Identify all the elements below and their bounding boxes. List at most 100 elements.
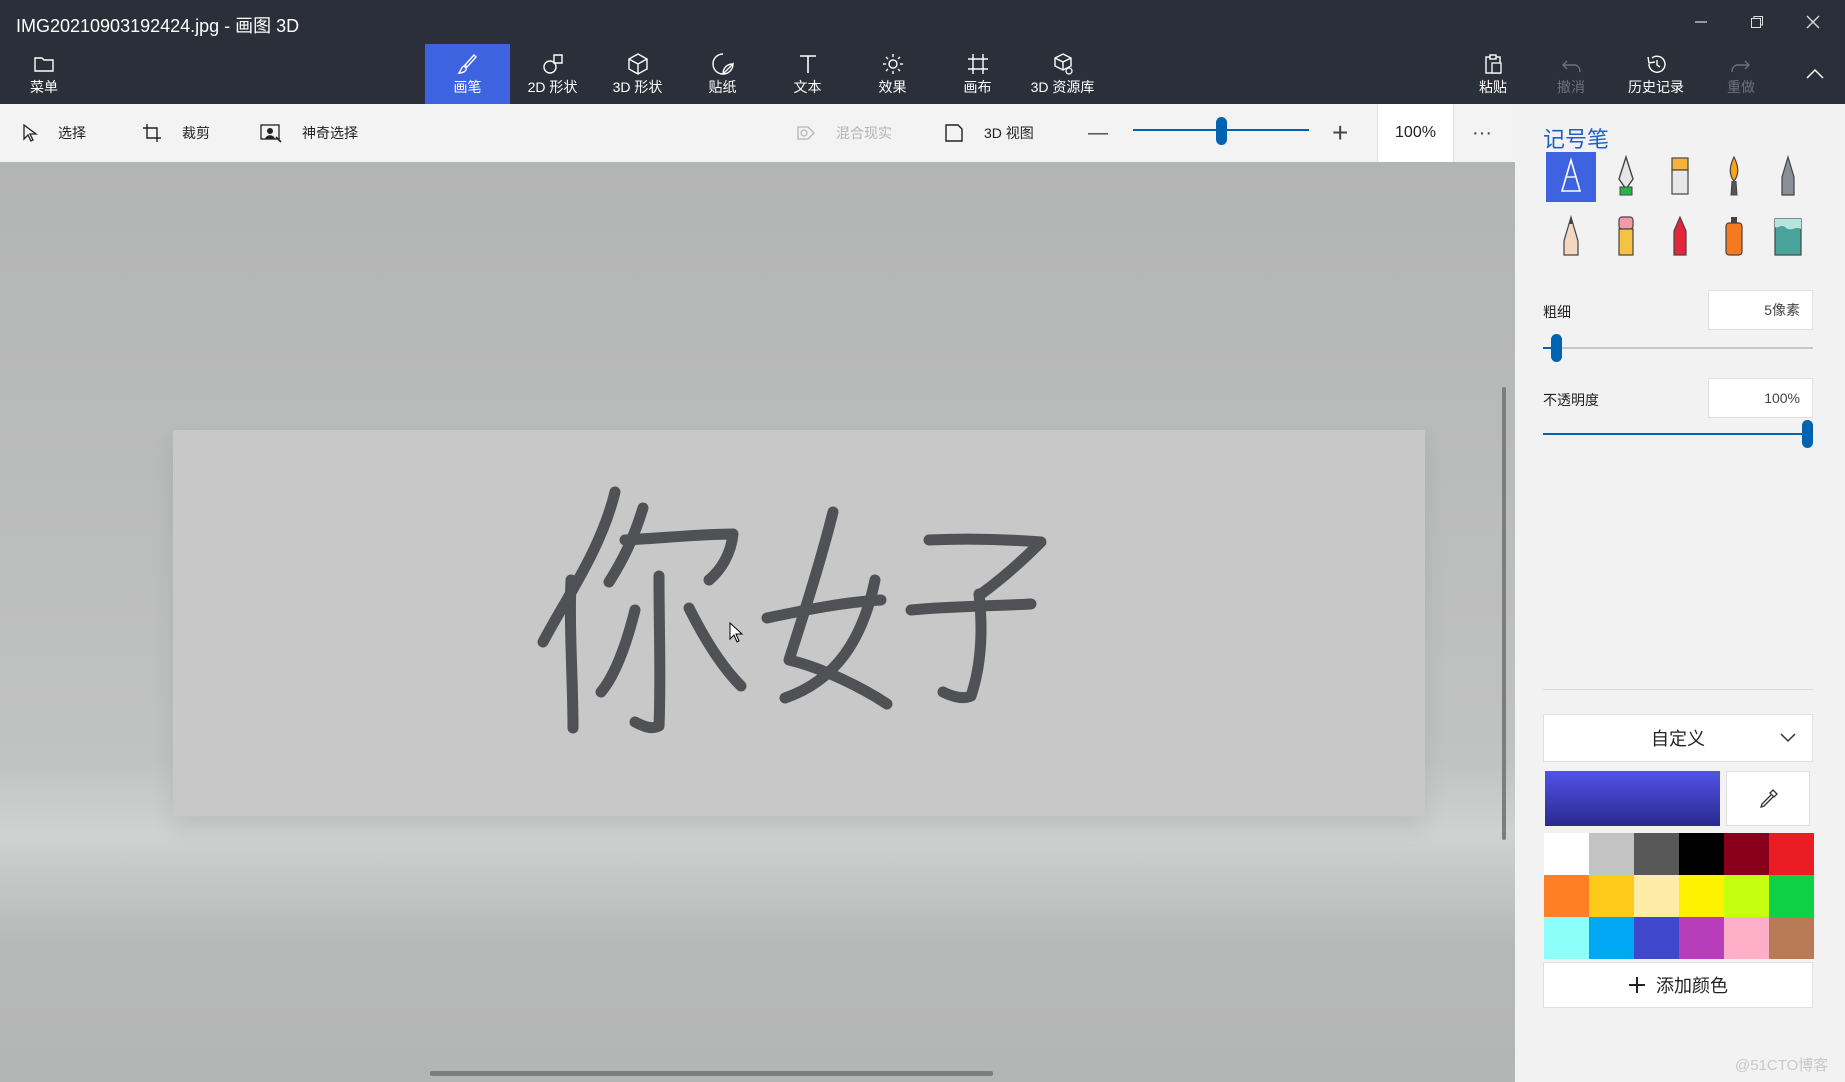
thickness-slider-thumb[interactable] (1551, 334, 1562, 362)
spray-can-icon (1725, 217, 1743, 256)
color-swatch[interactable] (1544, 833, 1589, 875)
pixel-pen-brush[interactable] (1763, 152, 1813, 202)
color-mode-dropdown[interactable]: 自定义 (1543, 714, 1813, 762)
restore-button[interactable] (1729, 6, 1785, 38)
minimize-icon (1695, 21, 1707, 23)
calligraphy-pen-brush[interactable] (1601, 152, 1651, 202)
zoom-level[interactable]: 100% (1377, 104, 1454, 162)
color-swatch[interactable] (1679, 917, 1724, 959)
color-swatch[interactable] (1724, 875, 1769, 917)
current-color-swatch[interactable] (1545, 771, 1720, 826)
tab-3d-shapes[interactable]: 3D 形状 (595, 44, 680, 104)
color-swatch[interactable] (1589, 833, 1634, 875)
select-button[interactable]: 选择 (22, 104, 86, 162)
tab-canvas-label: 画布 (963, 79, 992, 95)
chevron-up-icon (1806, 68, 1824, 79)
watermark: @51CTO博客 (1735, 1057, 1829, 1074)
thickness-slider-track[interactable] (1543, 347, 1813, 349)
zoom-out-button[interactable]: — (1088, 104, 1108, 162)
zoom-in-button[interactable]: + (1332, 104, 1348, 162)
collapse-ribbon-button[interactable] (1790, 44, 1840, 104)
color-swatch[interactable] (1634, 875, 1679, 917)
more-options-button[interactable]: ··· (1472, 104, 1492, 162)
magic-select-button[interactable]: 神奇选择 (260, 104, 358, 162)
tab-canvas[interactable]: 画布 (935, 44, 1020, 104)
color-swatch[interactable] (1679, 833, 1724, 875)
history-button[interactable]: 历史记录 (1616, 44, 1696, 104)
eyedropper-button[interactable] (1726, 771, 1810, 826)
tab-effects[interactable]: 效果 (850, 44, 935, 104)
brush-panel: 记号笔 粗细 5像素 不透明度 100% 自定义 添加颜色 (1515, 104, 1845, 1082)
paste-button[interactable]: 粘贴 (1460, 44, 1526, 104)
horizontal-scrollbar[interactable] (430, 1071, 993, 1076)
cube-icon (627, 53, 648, 75)
sticker-icon (711, 53, 734, 75)
undo-icon (1562, 60, 1581, 73)
library-icon (1053, 53, 1073, 75)
handwriting-image: 你好 (537, 486, 1047, 734)
eraser-brush[interactable] (1601, 212, 1651, 262)
add-color-button[interactable]: 添加颜色 (1543, 962, 1813, 1008)
tab-3d-library[interactable]: 3D 资源库 (1020, 44, 1105, 104)
color-swatch[interactable] (1589, 875, 1634, 917)
tab-brushes[interactable]: 画笔 (425, 44, 510, 104)
color-swatch[interactable] (1769, 917, 1814, 959)
mixed-reality-icon (797, 126, 815, 140)
undo-button[interactable]: 撤消 (1538, 44, 1604, 104)
restore-icon (1751, 16, 1763, 28)
mixed-reality-label: 混合现实 (836, 125, 892, 141)
undo-label: 撤消 (1557, 79, 1585, 95)
3d-view-button[interactable]: 3D 视图 (944, 104, 1034, 162)
title-bar: IMG20210903192424.jpg - 画图 3D (0, 0, 1845, 44)
oil-brush-icon (1671, 157, 1689, 195)
color-swatch[interactable] (1544, 875, 1589, 917)
effects-icon (882, 54, 903, 74)
thickness-input[interactable]: 5像素 (1708, 290, 1813, 330)
color-swatch[interactable] (1679, 875, 1724, 917)
spray-can-brush[interactable] (1709, 212, 1759, 262)
color-swatch[interactable] (1769, 833, 1814, 875)
color-swatch[interactable] (1634, 917, 1679, 959)
color-swatch[interactable] (1589, 917, 1634, 959)
tab-stickers[interactable]: 贴纸 (680, 44, 765, 104)
oil-brush[interactable] (1655, 152, 1705, 202)
opacity-slider-thumb[interactable] (1802, 420, 1813, 448)
fill-bucket-icon (1774, 218, 1802, 256)
crayon-brush[interactable] (1655, 212, 1705, 262)
fill-bucket-brush[interactable] (1763, 212, 1813, 262)
minimize-button[interactable] (1673, 6, 1729, 38)
color-swatch[interactable] (1544, 917, 1589, 959)
canvas-area[interactable]: 你好 (0, 162, 1515, 1082)
paste-label: 粘贴 (1479, 79, 1507, 95)
tab-effects-label: 效果 (878, 79, 907, 95)
watercolor-brush[interactable] (1709, 152, 1759, 202)
plus-icon (1629, 977, 1645, 993)
close-button[interactable] (1785, 6, 1841, 38)
tab-3d-library-label: 3D 资源库 (1030, 79, 1095, 95)
zoom-slider-thumb[interactable] (1216, 117, 1227, 145)
photo-canvas[interactable]: 你好 (173, 430, 1425, 816)
pencil-icon (1563, 215, 1579, 256)
vertical-scrollbar[interactable] (1502, 387, 1506, 840)
color-swatch[interactable] (1724, 917, 1769, 959)
panel-divider (1543, 689, 1813, 690)
tab-2d-shapes-label: 2D 形状 (527, 79, 578, 95)
marker-brush[interactable] (1546, 152, 1596, 202)
pencil-brush[interactable] (1546, 212, 1596, 262)
opacity-input[interactable]: 100% (1708, 378, 1813, 418)
color-swatch[interactable] (1769, 875, 1814, 917)
redo-button[interactable]: 重做 (1708, 44, 1774, 104)
mixed-reality-button[interactable]: 混合现实 (796, 104, 892, 162)
crop-button[interactable]: 裁剪 (142, 104, 210, 162)
menu-button[interactable]: 菜单 (14, 44, 74, 104)
ribbon: 菜单 画笔 2D 形状 3D 形状 贴纸 文本 效果 画布 3D 资源库 粘贴 … (0, 44, 1845, 104)
folder-icon (34, 57, 54, 72)
tab-text[interactable]: 文本 (765, 44, 850, 104)
color-mode-value: 自定义 (1651, 729, 1705, 749)
tab-2d-shapes[interactable]: 2D 形状 (510, 44, 595, 104)
color-swatch[interactable] (1634, 833, 1679, 875)
panel-title: 记号笔 (1543, 127, 1610, 152)
color-swatch[interactable] (1724, 833, 1769, 875)
eyedropper-icon (1759, 788, 1778, 808)
eraser-icon (1618, 216, 1634, 256)
